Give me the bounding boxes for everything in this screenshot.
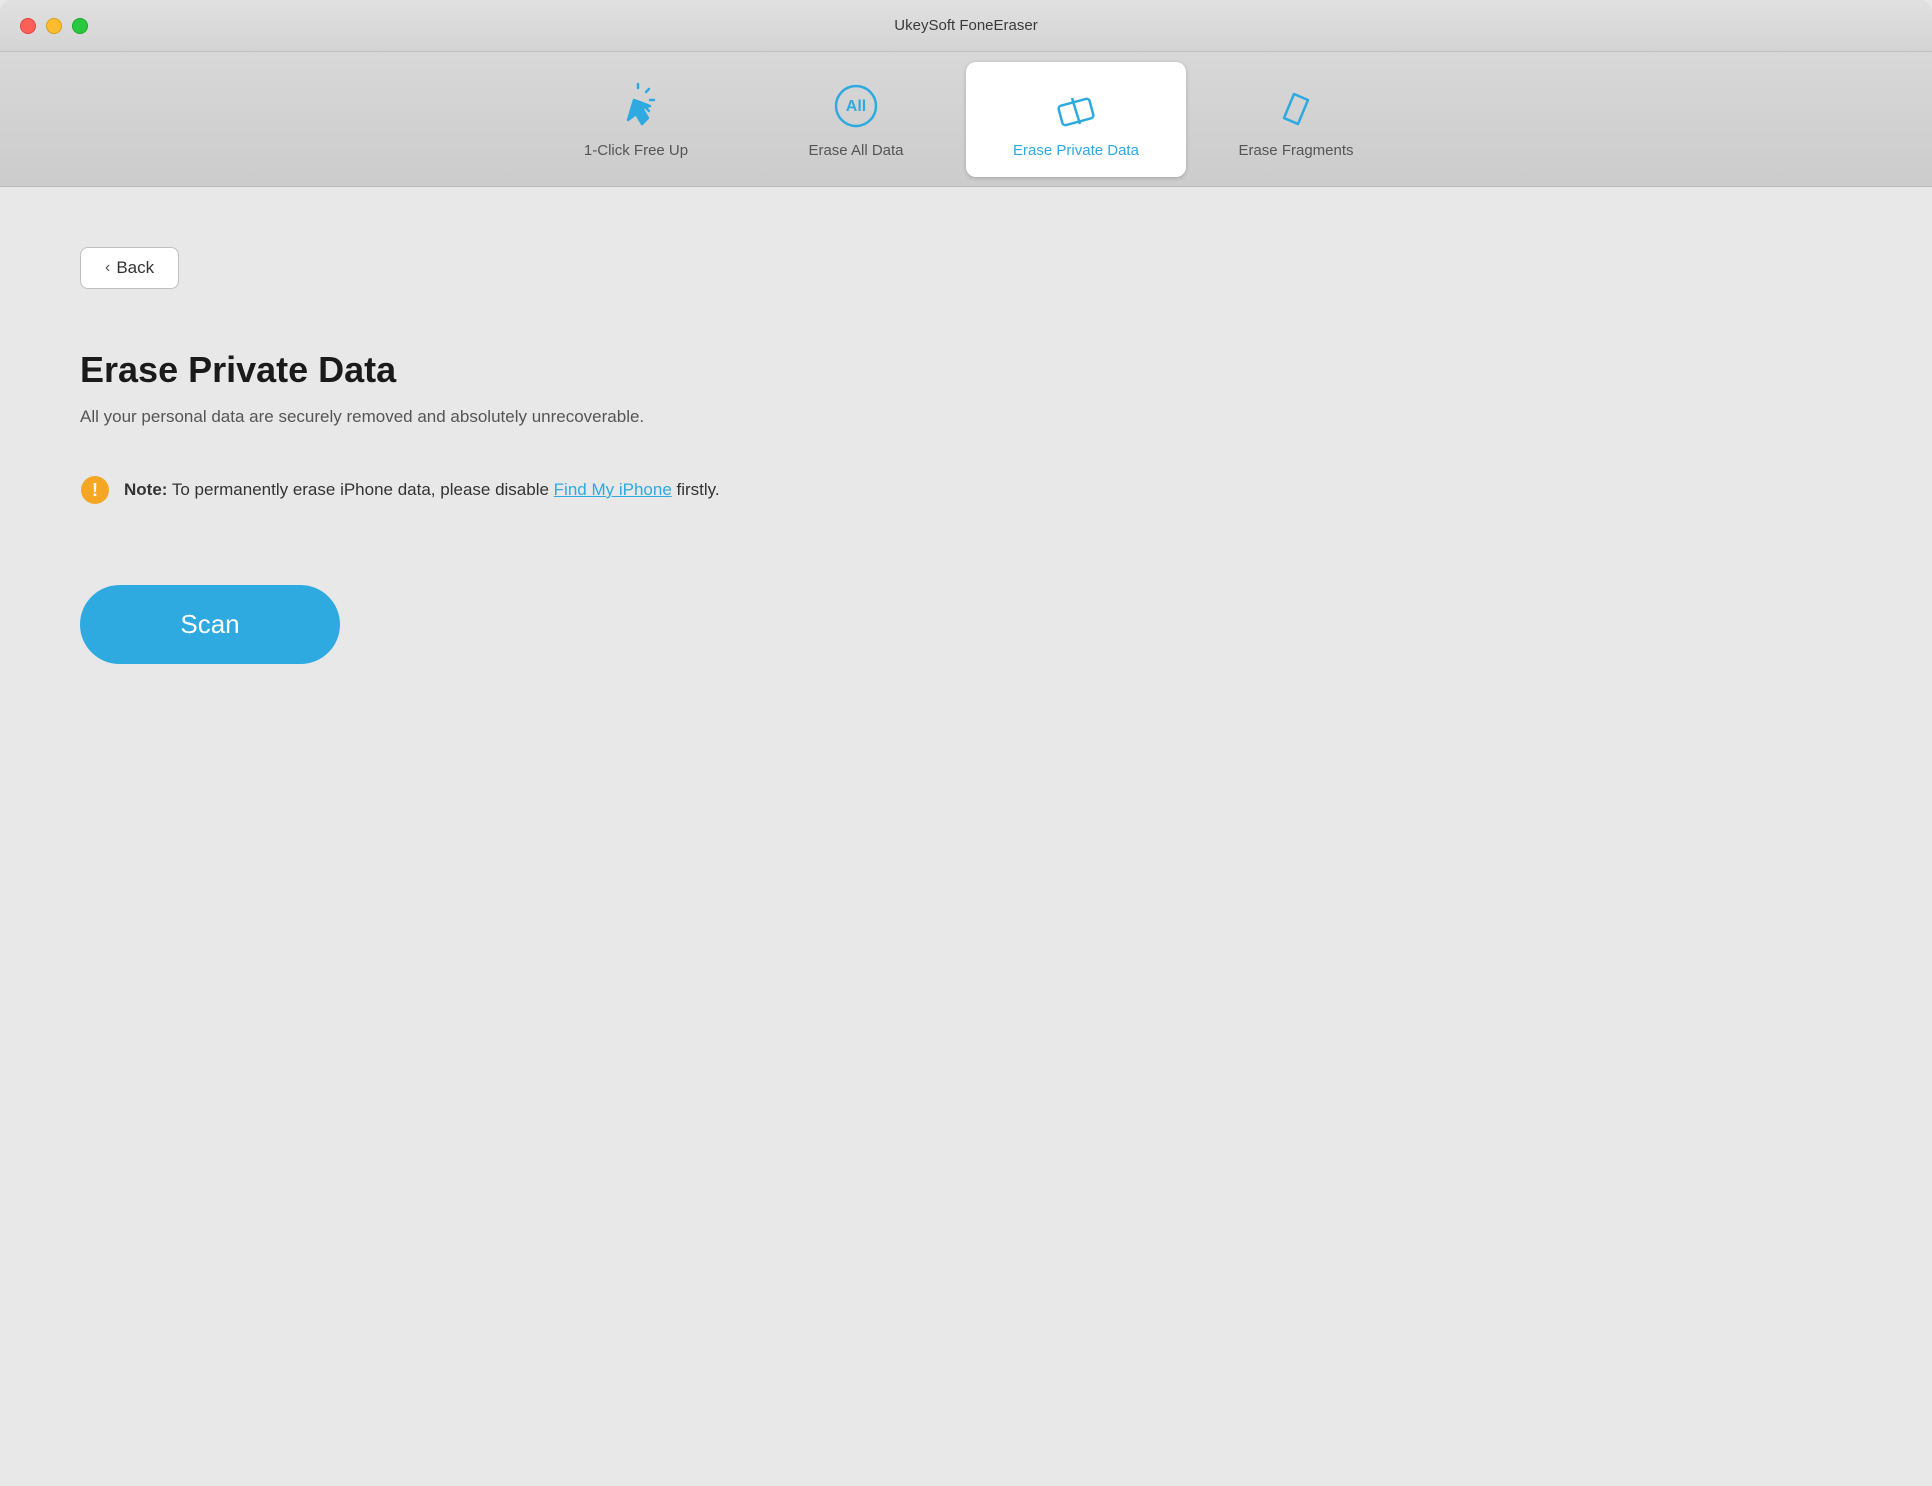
close-button[interactable] — [20, 18, 36, 34]
erase-fragments-icon — [1270, 80, 1322, 132]
erase-private-icon — [1050, 80, 1102, 132]
note-prefix: Note: — [124, 480, 167, 499]
note-text: Note: To permanently erase iPhone data, … — [124, 480, 720, 500]
nav-bar: 1-Click Free Up All Erase All Data Erase… — [0, 52, 1932, 187]
maximize-button[interactable] — [72, 18, 88, 34]
tab-erase-private-data[interactable]: Erase Private Data — [966, 62, 1186, 177]
tab-erase-private-label: Erase Private Data — [1013, 142, 1139, 159]
page-title: Erase Private Data — [80, 349, 1852, 391]
warning-icon: ! — [80, 475, 110, 505]
note-suffix: firstly. — [672, 480, 720, 499]
erase-all-icon: All — [830, 80, 882, 132]
app-window: UkeySoft FoneEraser 1-Click Free Up A — [0, 0, 1932, 1486]
tab-erase-all-data[interactable]: All Erase All Data — [746, 62, 966, 177]
note-body: To permanently erase iPhone data, please… — [167, 480, 553, 499]
main-content: ‹ Back Erase Private Data All your perso… — [0, 187, 1932, 1486]
back-button[interactable]: ‹ Back — [80, 247, 179, 289]
tab-one-click-label: 1-Click Free Up — [584, 142, 688, 159]
window-title: UkeySoft FoneEraser — [894, 17, 1037, 34]
find-my-iphone-link[interactable]: Find My iPhone — [554, 480, 672, 499]
tab-erase-fragments[interactable]: Erase Fragments — [1186, 62, 1406, 177]
tab-erase-fragments-label: Erase Fragments — [1238, 142, 1353, 159]
tab-erase-all-label: Erase All Data — [808, 142, 903, 159]
page-subtitle: All your personal data are securely remo… — [80, 407, 1852, 427]
minimize-button[interactable] — [46, 18, 62, 34]
svg-text:All: All — [846, 98, 866, 115]
title-bar: UkeySoft FoneEraser — [0, 0, 1932, 52]
scan-button[interactable]: Scan — [80, 585, 340, 664]
tab-one-click-free-up[interactable]: 1-Click Free Up — [526, 62, 746, 177]
one-click-icon — [610, 80, 662, 132]
svg-text:!: ! — [92, 480, 98, 500]
note-row: ! Note: To permanently erase iPhone data… — [80, 475, 1852, 505]
back-label: Back — [116, 258, 154, 278]
window-controls — [20, 18, 88, 34]
back-chevron-icon: ‹ — [105, 259, 110, 277]
